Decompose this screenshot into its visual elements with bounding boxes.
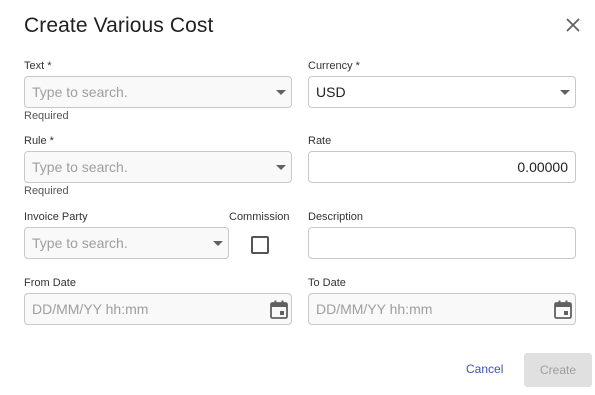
rate-input[interactable]: 0.00000 xyxy=(308,151,576,183)
text-placeholder: Type to search. xyxy=(32,84,128,100)
text-required-hint: Required xyxy=(24,110,69,122)
to-date-placeholder: DD/MM/YY hh:mm xyxy=(316,301,433,317)
create-various-cost-dialog: Create Various Cost Text * Type to searc… xyxy=(0,0,595,395)
from-date-input[interactable]: DD/MM/YY hh:mm xyxy=(24,293,292,325)
text-label: Text * xyxy=(24,60,52,72)
currency-value: USD xyxy=(316,84,346,100)
rate-value: 0.00000 xyxy=(517,159,568,175)
currency-label: Currency * xyxy=(308,60,360,72)
from-date-placeholder: DD/MM/YY hh:mm xyxy=(32,301,149,317)
close-icon[interactable] xyxy=(562,14,584,36)
rule-placeholder: Type to search. xyxy=(32,159,128,175)
to-date-input[interactable]: DD/MM/YY hh:mm xyxy=(308,293,576,325)
rule-required-hint: Required xyxy=(24,185,69,197)
description-label: Description xyxy=(308,211,364,223)
rule-select[interactable]: Type to search. xyxy=(24,151,292,183)
commission-label: Commission xyxy=(229,211,290,223)
to-date-label: To Date xyxy=(308,277,346,289)
calendar-icon[interactable] xyxy=(554,300,572,319)
invoice-party-select[interactable]: Type to search. xyxy=(24,227,229,259)
rate-label: Rate xyxy=(308,135,332,147)
cancel-button[interactable]: Cancel xyxy=(466,362,503,376)
rule-label: Rule * xyxy=(24,135,54,147)
invoice-party-placeholder: Type to search. xyxy=(32,235,128,251)
chevron-down-icon[interactable] xyxy=(276,90,286,95)
chevron-down-icon[interactable] xyxy=(276,165,286,170)
dialog-title: Create Various Cost xyxy=(24,14,214,37)
create-button[interactable]: Create xyxy=(524,353,592,387)
calendar-icon[interactable] xyxy=(270,300,288,319)
commission-checkbox[interactable] xyxy=(251,236,269,254)
from-date-label: From Date xyxy=(24,277,76,289)
chevron-down-icon[interactable] xyxy=(560,90,570,95)
description-input[interactable] xyxy=(308,227,576,259)
chevron-down-icon[interactable] xyxy=(213,241,223,246)
text-select[interactable]: Type to search. xyxy=(24,76,292,108)
currency-select[interactable]: USD xyxy=(308,76,576,108)
invoice-party-label: Invoice Party xyxy=(24,211,88,223)
